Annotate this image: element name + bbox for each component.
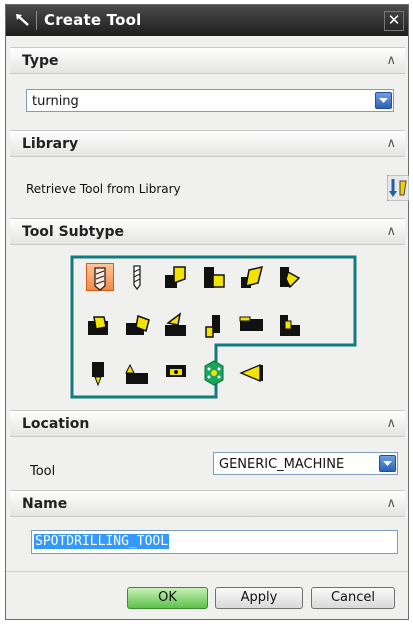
location-section-header[interactable]: Location ∧: [10, 410, 405, 437]
od-turning-35-tool-icon[interactable]: [276, 263, 304, 291]
face-grooving-tool-icon[interactable]: [238, 311, 266, 339]
user-defined-tool-icon[interactable]: [238, 359, 266, 387]
tool-subtype-section-header[interactable]: Tool Subtype ∧: [10, 218, 405, 245]
tool-location-label: Tool: [30, 464, 56, 479]
tool-location-value: GENERIC_MACHINE: [219, 457, 345, 472]
od-turning-80-tool-icon[interactable]: [200, 263, 228, 291]
apply-button[interactable]: Apply: [215, 587, 303, 609]
tool-subtype-panel: [10, 247, 405, 410]
cancel-button[interactable]: Cancel: [311, 587, 395, 609]
collapse-chevron-icon: ∧: [386, 53, 396, 68]
tool-name-value: SPOTDRILLING_TOOL: [34, 534, 170, 549]
window-title: Create Tool: [44, 11, 142, 29]
id-threading-tool-icon[interactable]: [124, 359, 152, 387]
type-section-header[interactable]: Type ∧: [10, 47, 405, 74]
collapse-chevron-icon: ∧: [386, 224, 396, 239]
od-turning-55-tool-icon[interactable]: [238, 263, 266, 291]
title-separator: [36, 11, 37, 30]
id-turning-tool-icon[interactable]: [86, 311, 114, 339]
tool-location-select[interactable]: GENERIC_MACHINE: [213, 452, 398, 475]
tool-subtype-section-label: Tool Subtype: [22, 224, 125, 240]
retrieve-from-library-button[interactable]: [386, 174, 410, 202]
form-tool-icon[interactable]: [162, 359, 190, 387]
collapse-chevron-icon: ∧: [386, 136, 396, 151]
type-select[interactable]: turning: [26, 89, 394, 112]
close-button[interactable]: ✕: [384, 11, 404, 31]
library-retrieve-icon: [386, 174, 410, 202]
od-turning-tool-icon[interactable]: [162, 263, 190, 291]
retrieve-tool-label: Retrieve Tool from Library: [26, 182, 181, 196]
close-icon: ✕: [387, 11, 401, 29]
library-section-header[interactable]: Library ∧: [10, 130, 405, 157]
collapse-chevron-icon: ∧: [386, 496, 396, 511]
od-threading-tool-icon[interactable]: [86, 359, 114, 387]
tool-name-input[interactable]: SPOTDRILLING_TOOL: [31, 530, 398, 554]
tool-arrow-icon: [16, 14, 29, 26]
od-grooving-tool-icon[interactable]: [200, 311, 228, 339]
name-section-label: Name: [22, 496, 68, 512]
collapse-chevron-icon: ∧: [386, 416, 396, 431]
type-select-value: turning: [32, 94, 79, 109]
id-turning-55-tool-icon[interactable]: [162, 311, 190, 339]
id-turning-80-tool-icon[interactable]: [124, 311, 152, 339]
ok-button[interactable]: OK: [127, 587, 208, 609]
type-section-label: Type: [22, 53, 59, 69]
name-section-header[interactable]: Name ∧: [10, 490, 405, 517]
drilling-tool-icon[interactable]: [124, 263, 152, 291]
id-grooving-tool-icon[interactable]: [276, 311, 304, 339]
create-tool-dialog: Create Tool ✕ Type ∧ turning Library ∧ R…: [5, 4, 410, 620]
chevron-down-icon: [379, 455, 396, 472]
library-section-label: Library: [22, 136, 79, 152]
turning-button-tool-icon[interactable]: [200, 359, 228, 387]
spot-drilling-tool-icon[interactable]: [86, 263, 114, 291]
location-section-label: Location: [22, 416, 90, 432]
chevron-down-icon: [375, 92, 392, 109]
title-bar: Create Tool ✕: [6, 5, 408, 36]
